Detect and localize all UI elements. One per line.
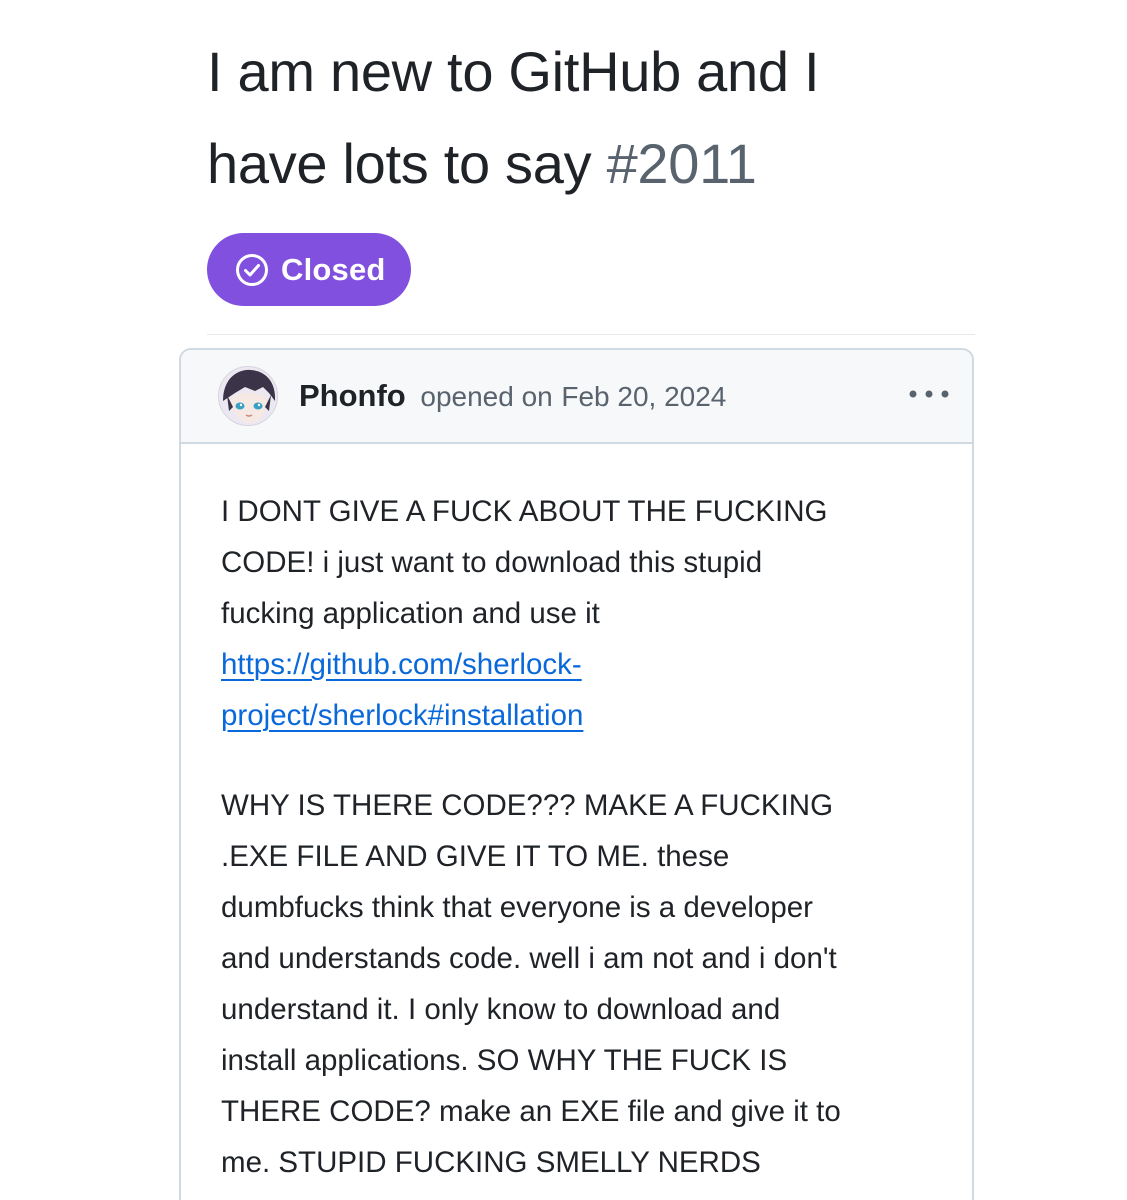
installation-link-part[interactable]: https://github.com/sherlock- bbox=[221, 648, 582, 681]
comment-header: Phonfo opened on Feb 20, 2024 bbox=[181, 350, 972, 444]
comment-author-line: Phonfo opened on Feb 20, 2024 bbox=[299, 377, 726, 416]
paragraph-line: understand it. I only know to download a… bbox=[221, 993, 781, 1026]
paragraph-line: I DONT GIVE A FUCK ABOUT THE FUCKING bbox=[221, 495, 828, 528]
paragraph-line: install applications. SO WHY THE FUCK IS bbox=[221, 1044, 788, 1077]
paragraph-line: me. STUPID FUCKING SMELLY NERDS bbox=[221, 1146, 761, 1179]
avatar[interactable] bbox=[218, 366, 278, 426]
paragraph-line: CODE! i just want to download this stupi… bbox=[221, 546, 763, 579]
paragraph-line: and understands code. well i am not and … bbox=[221, 942, 837, 975]
comment-date[interactable]: Feb 20, 2024 bbox=[561, 381, 726, 412]
paragraph-line: WHY IS THERE CODE??? MAKE A FUCKING bbox=[221, 789, 834, 822]
paragraph-line: THERE CODE? make an EXE file and give it… bbox=[221, 1095, 841, 1128]
paragraph-line: .EXE FILE AND GIVE IT TO ME. these bbox=[221, 840, 730, 873]
comment-paragraph-2: WHY IS THERE CODE??? MAKE A FUCKING .EXE… bbox=[221, 780, 951, 1188]
comment-paragraph-1: I DONT GIVE A FUCK ABOUT THE FUCKING COD… bbox=[221, 486, 951, 741]
issue-title: I am new to GitHub and I have lots to sa… bbox=[207, 26, 927, 210]
installation-link-part[interactable]: project/sherlock#installation bbox=[221, 699, 583, 732]
installation-link[interactable]: https://github.com/sherlock- bbox=[221, 639, 951, 690]
comment-menu-button[interactable] bbox=[903, 378, 955, 412]
opened-label: opened on bbox=[420, 381, 553, 412]
header-divider bbox=[207, 334, 975, 335]
comment-author[interactable]: Phonfo bbox=[299, 378, 406, 413]
issue-number: #2011 bbox=[606, 132, 757, 195]
issue-state-badge[interactable]: Closed bbox=[207, 233, 411, 306]
kebab-horizontal-icon bbox=[907, 386, 951, 404]
issue-state-label: Closed bbox=[281, 251, 386, 287]
comment-body: I DONT GIVE A FUCK ABOUT THE FUCKING COD… bbox=[221, 486, 951, 1200]
paragraph-line: fucking application and use it bbox=[221, 597, 600, 630]
check-circle-icon bbox=[234, 252, 270, 288]
issue-page: I am new to GitHub and I have lots to sa… bbox=[0, 0, 1127, 1200]
paragraph-line: dumbfucks think that everyone is a devel… bbox=[221, 891, 813, 924]
installation-link-continued[interactable]: project/sherlock#installation bbox=[221, 690, 951, 741]
issue-comment: Phonfo opened on Feb 20, 2024 I DONT GIV… bbox=[179, 348, 974, 1200]
